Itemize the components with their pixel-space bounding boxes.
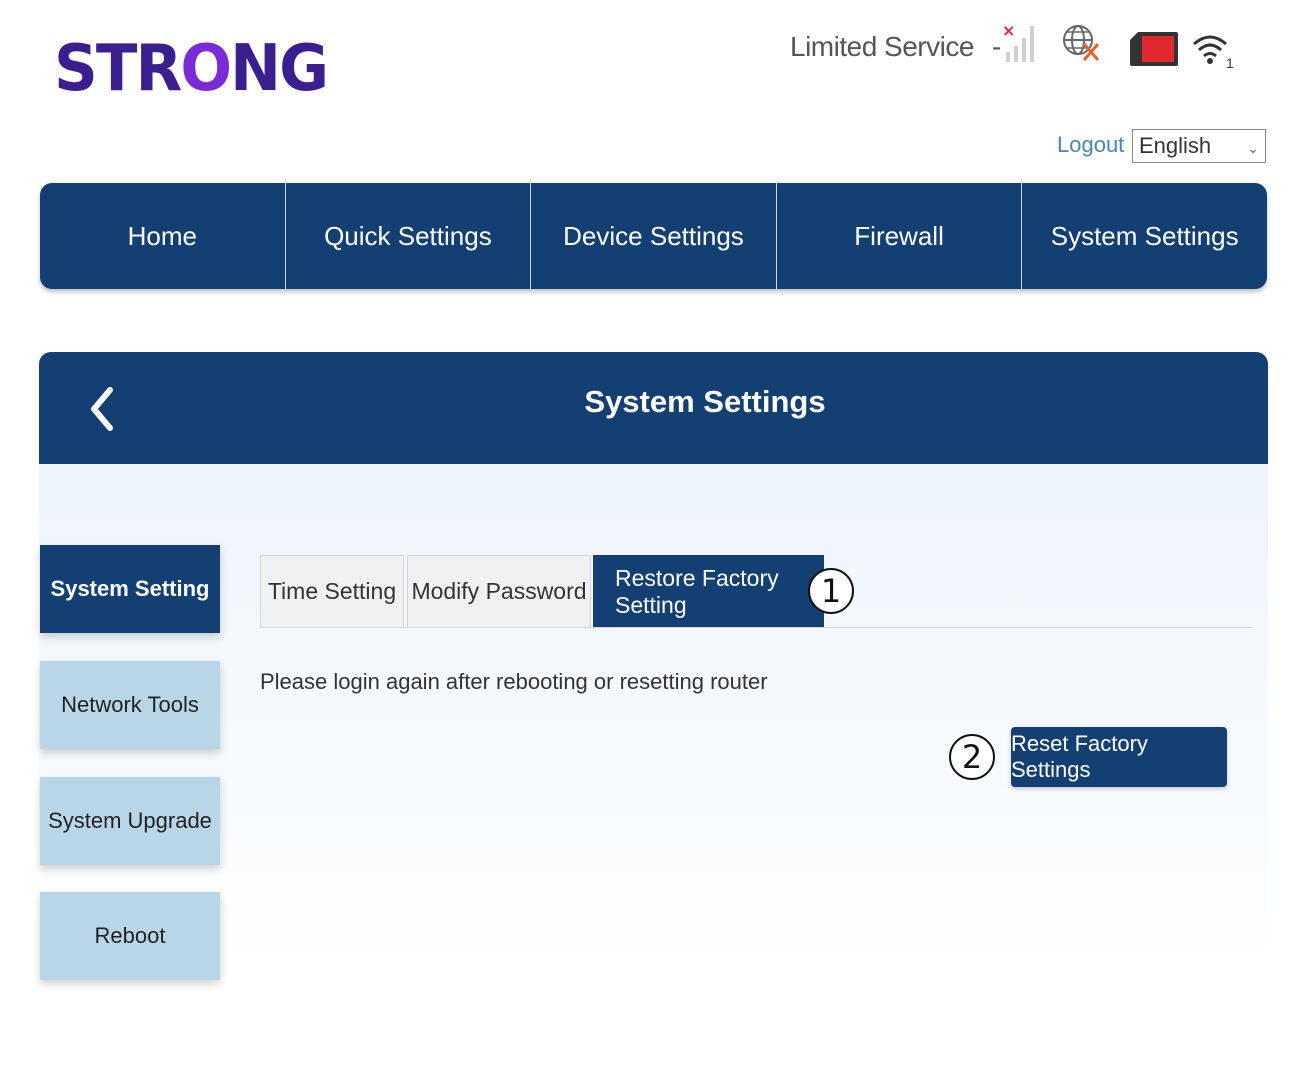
panel-body [39, 464, 1268, 964]
tab-divider [260, 627, 1253, 628]
nav-item-system-settings[interactable]: System Settings [1022, 183, 1267, 289]
callout-marker-1: 1 [808, 568, 854, 614]
tab-restore-factory-setting[interactable]: Restore Factory Setting [593, 555, 824, 628]
signal-error-mark: × [1002, 22, 1015, 40]
tab-time-setting[interactable]: Time Setting [260, 555, 404, 628]
chevron-down-icon: ⌄ [1247, 140, 1259, 156]
sidebar-item-system-upgrade[interactable]: System Upgrade [40, 777, 220, 865]
panel-header [39, 352, 1268, 464]
nav-item-firewall[interactable]: Firewall [777, 183, 1023, 289]
reboot-note: Please login again after rebooting or re… [260, 669, 768, 694]
wifi-icon: 1 [1193, 35, 1234, 70]
wifi-client-count: 1 [1226, 55, 1234, 70]
strong-logo: STRONG [54, 32, 329, 106]
status-area: Limited Service - [790, 22, 1001, 72]
globe-disconnected-icon [1063, 25, 1100, 61]
sidebar-item-network-tools[interactable]: Network Tools [40, 661, 220, 749]
signal-no-service-icon: × [1002, 22, 1034, 62]
nav-item-device-settings[interactable]: Device Settings [531, 183, 777, 289]
callout-marker-2: 2 [949, 734, 995, 780]
tab-modify-password[interactable]: Modify Password [407, 555, 591, 628]
nav-item-home[interactable]: Home [40, 183, 286, 289]
main-nav: Home Quick Settings Device Settings Fire… [40, 183, 1267, 289]
language-select-value: English [1139, 133, 1212, 158]
sidebar-item-reboot[interactable]: Reboot [40, 892, 220, 980]
nav-item-quick-settings[interactable]: Quick Settings [286, 183, 532, 289]
reset-factory-settings-button[interactable]: Reset Factory Settings [1011, 727, 1227, 787]
service-status-text: Limited Service [790, 31, 974, 62]
sim-card-icon [1130, 32, 1178, 66]
language-select[interactable]: English ⌄ [1132, 129, 1266, 163]
logout-link[interactable]: Logout [1057, 132, 1124, 158]
chevron-left-icon[interactable] [88, 386, 116, 432]
sidebar-item-system-setting[interactable]: System Setting [40, 545, 220, 633]
